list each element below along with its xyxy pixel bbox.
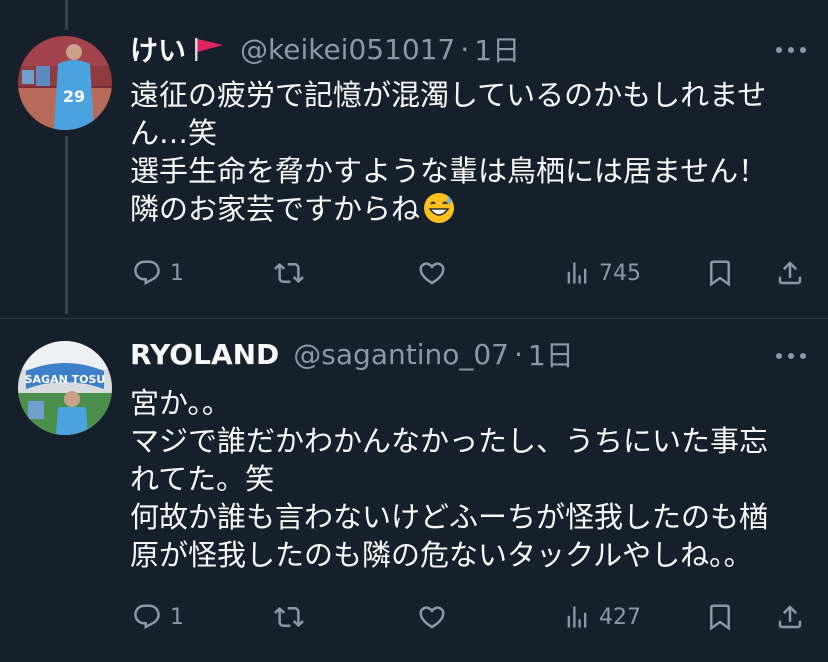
- share-button[interactable]: [775, 597, 805, 637]
- like-button[interactable]: [417, 597, 455, 637]
- svg-text:SAGAN TOSU: SAGAN TOSU: [25, 373, 106, 386]
- text-line: マジで誰だかわかんなかったし、うちにいた事忘: [130, 424, 769, 458]
- timestamp[interactable]: 1日: [528, 334, 574, 374]
- reply-count: 1: [170, 604, 184, 630]
- text-line: 何故か誰も言わないけどふーちが怪我したのも楢: [130, 500, 769, 534]
- text-line: れてた。笑: [130, 462, 275, 496]
- handle[interactable]: @sagantino_07: [293, 338, 509, 371]
- views-count: 427: [599, 604, 641, 630]
- tweet-text: 宮か。。 マジで誰だかわかんなかったし、うちにいた事忘 れてた。笑 何故か誰も言…: [130, 384, 810, 574]
- reply-button[interactable]: 1: [132, 597, 184, 637]
- reply-icon: [134, 604, 160, 630]
- avatar[interactable]: SAGAN TOSU: [18, 341, 112, 435]
- tweet[interactable]: SAGAN TOSU RYOLAND @sagantino_07 · 1日 宮か…: [0, 0, 828, 662]
- like-icon: [419, 606, 445, 629]
- bookmark-icon: [710, 604, 730, 631]
- tweet-actions: 1 427: [0, 597, 828, 637]
- views-icon: [567, 606, 587, 628]
- tweet-header: RYOLAND @sagantino_07 · 1日: [130, 334, 574, 374]
- bookmark-button[interactable]: [705, 597, 735, 637]
- more-icon[interactable]: [776, 351, 806, 361]
- display-name[interactable]: RYOLAND: [130, 338, 279, 371]
- share-icon: [778, 605, 802, 629]
- text-line: 原が怪我したのも隣の危ないタックルやしね。。: [130, 538, 753, 572]
- retweet-icon: [274, 606, 304, 628]
- retweet-button[interactable]: [274, 597, 312, 637]
- views-button[interactable]: 427: [563, 597, 641, 637]
- text-line: 宮か。。: [130, 386, 231, 420]
- separator: ·: [513, 337, 523, 371]
